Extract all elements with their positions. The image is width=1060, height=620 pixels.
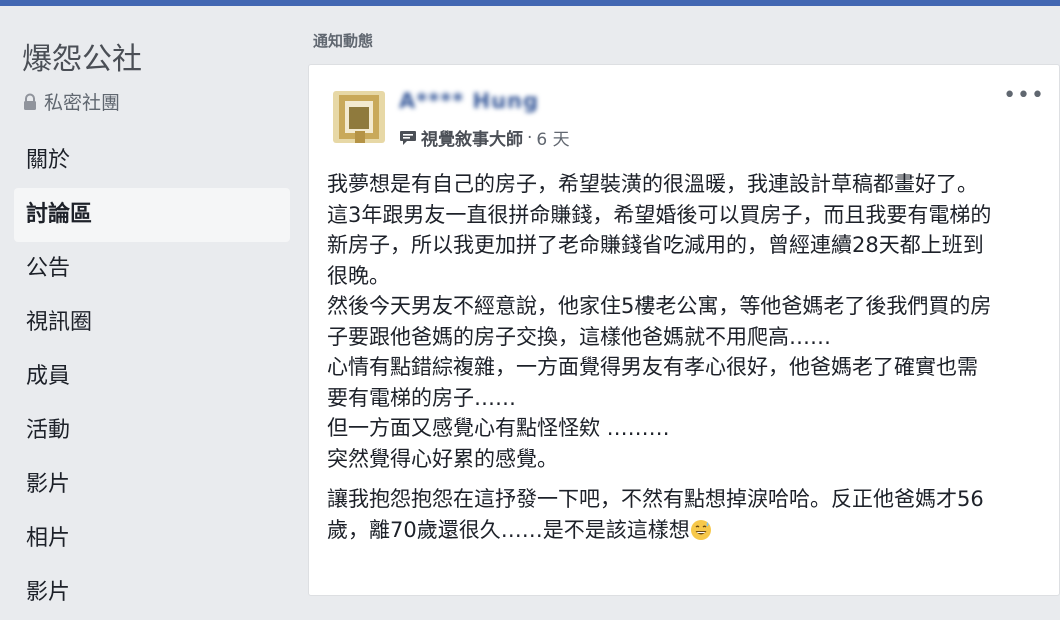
post-text-line: 子要跟他爸媽的房子交換，這樣他爸媽就不用爬高……	[327, 324, 831, 349]
post-text-line: 讓我抱怨抱怨在這抒發一下吧，不然有點想掉淚哈哈。反正他爸媽才56	[327, 487, 984, 511]
post-body: 我夢想是有自己的房子，希望裝潢的很溫暖，我連設計草稿都畫好了。 這3年跟男友一直很…	[327, 169, 1049, 545]
sidebar-item[interactable]: 成員	[14, 350, 290, 404]
post-text-line: 心情有點錯綜複雜，一方面覺得男友有孝心很好，他爸媽老了確實也需	[327, 355, 978, 379]
group-nav: 關於 討論區 公告 視訊圈 成員 活動 影片 相片 影片	[14, 134, 290, 620]
group-privacy-label: 私密社團	[44, 92, 121, 114]
lock-icon	[24, 93, 36, 110]
sidebar-item[interactable]: 影片	[14, 458, 290, 512]
post-text-line: 這3年跟男友一直很拼命賺錢，希望婚後可以買房子，而且我要有電梯的	[327, 202, 992, 227]
sidebar-item[interactable]: 討論區	[14, 188, 290, 242]
sidebar-item[interactable]: 影片	[14, 566, 290, 620]
post-meta: 視覺敘事大師 · 6 天	[399, 125, 570, 150]
post-text-line: 但一方面又感覺心有點怪怪欸 ………	[327, 416, 670, 440]
meta-separator: ·	[527, 127, 533, 148]
post-text-line: 很晚。	[327, 263, 390, 288]
post-paragraph: 讓我抱怨抱怨在這抒發一下吧，不然有點想掉淚哈哈。反正他爸媽才56 歲，離70歲還很…	[327, 484, 1049, 545]
group-name[interactable]: 爆怨公社	[22, 34, 142, 78]
sidebar-item[interactable]: 公告	[14, 242, 290, 296]
sidebar-item[interactable]: 關於	[14, 134, 290, 188]
post-card: A**** Hung 視覺敘事大師 · 6 天 ••• 我夢想是有自己的房子，希…	[308, 64, 1060, 596]
speech-bubble-icon	[400, 130, 416, 145]
post-text-line: 我夢想是有自己的房子，希望裝潢的很溫暖，我連設計草稿都畫好了。	[327, 172, 978, 196]
section-label: 通知動態	[313, 32, 374, 50]
more-options-icon[interactable]: •••	[1003, 83, 1045, 108]
group-privacy: 私密社團	[22, 88, 120, 115]
sidebar-item[interactable]: 視訊圈	[14, 296, 290, 350]
author-badge[interactable]: 視覺敘事大師	[421, 125, 523, 150]
post-timestamp[interactable]: 6 天	[536, 125, 569, 150]
post-text-line: 突然覺得心好累的感覺。	[327, 446, 558, 471]
post-paragraph: 我夢想是有自己的房子，希望裝潢的很溫暖，我連設計草稿都畫好了。 這3年跟男友一直很…	[327, 169, 1049, 474]
sidebar-item[interactable]: 活動	[14, 404, 290, 458]
avatar[interactable]	[333, 91, 385, 143]
sweat-smile-emoji-icon	[690, 519, 711, 540]
group-sidebar: 爆怨公社 私密社團 關於 討論區 公告 視訊圈 成員 活動 影片 相片 影片	[0, 6, 300, 605]
post-text-line: 歲，離70歲還很久……是不是該這樣想	[327, 517, 690, 542]
post-text-line: 新房子，所以我更加拼了老命賺錢省吃減用的，曾經連續28天都上班到	[327, 233, 984, 257]
sidebar-item[interactable]: 相片	[14, 512, 290, 566]
post-author[interactable]: A**** Hung	[399, 89, 539, 113]
post-text-line: 然後今天男友不經意說，他家住5樓老公寓，等他爸媽老了後我們買的房	[327, 294, 992, 318]
post-text-line: 要有電梯的房子……	[327, 385, 516, 410]
